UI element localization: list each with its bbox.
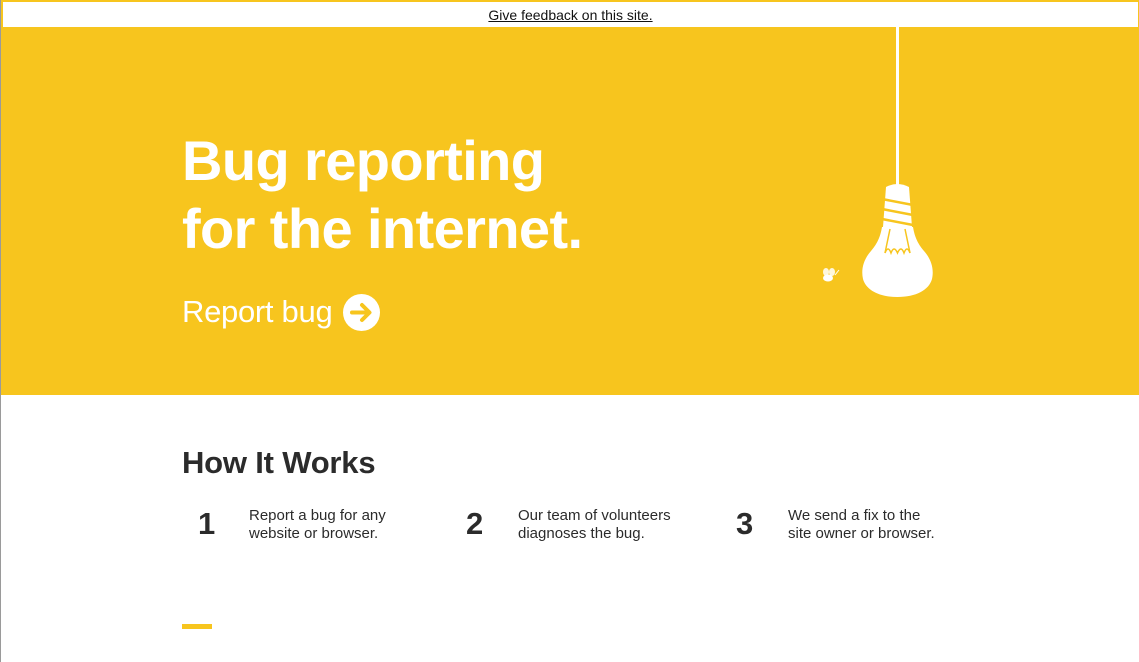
report-bug-link[interactable]: Report bug bbox=[182, 292, 381, 332]
step-2: 2 Our team of volunteers diagnoses the b… bbox=[466, 507, 706, 547]
how-it-works-heading: How It Works bbox=[182, 445, 376, 480]
step-description: Report a bug for any website or browser. bbox=[249, 507, 386, 542]
step-number: 3 bbox=[736, 506, 754, 541]
hero-title-line-2: for the internet. bbox=[182, 197, 583, 260]
feedback-bar: Give feedback on this site. bbox=[1, 0, 1139, 27]
step-number: 2 bbox=[466, 506, 484, 541]
step-number: 1 bbox=[198, 506, 216, 541]
arrow-right-circle-icon bbox=[343, 293, 381, 331]
hero-title: Bug reporting for the internet. bbox=[182, 127, 583, 263]
hero-section: Bug reporting for the internet. Report b… bbox=[1, 27, 1139, 395]
bee-icon bbox=[823, 268, 840, 282]
feedback-link[interactable]: Give feedback on this site. bbox=[488, 7, 652, 23]
light-bulb-icon bbox=[823, 27, 933, 297]
step-description: We send a fix to the site owner or brows… bbox=[788, 507, 935, 542]
step-3: 3 We send a fix to the site owner or bro… bbox=[736, 507, 976, 547]
section-accent-divider bbox=[182, 624, 212, 629]
hero-title-line-1: Bug reporting bbox=[182, 129, 545, 192]
report-bug-label: Report bug bbox=[182, 294, 333, 329]
step-description: Our team of volunteers diagnoses the bug… bbox=[518, 507, 671, 542]
step-1: 1 Report a bug for any website or browse… bbox=[198, 507, 438, 547]
